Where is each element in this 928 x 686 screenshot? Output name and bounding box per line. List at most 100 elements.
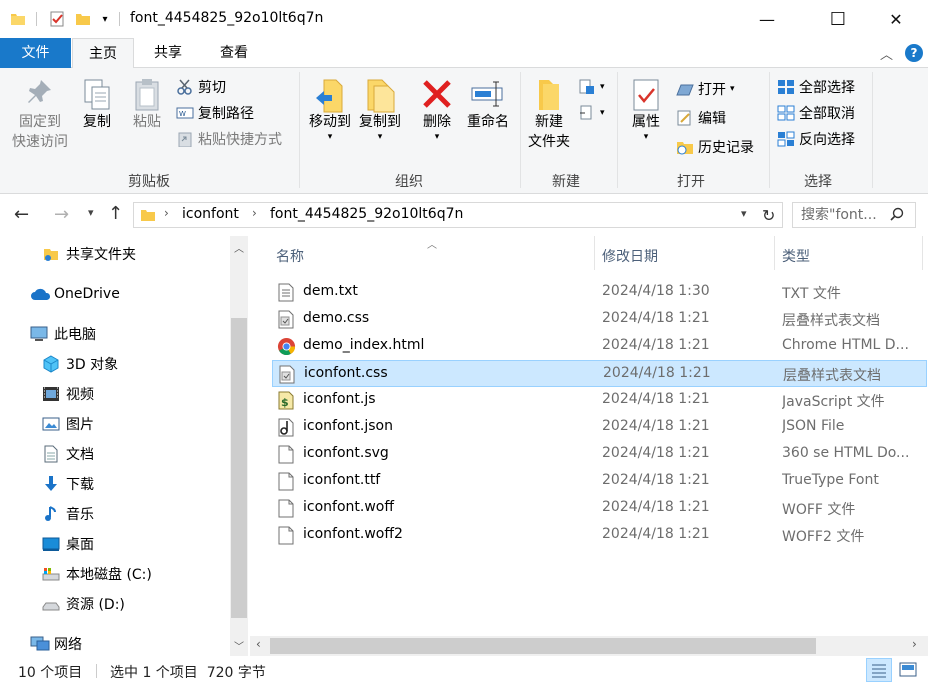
new-item-icon — [578, 79, 596, 95]
divider[interactable] — [594, 236, 595, 270]
css-file-icon — [277, 310, 295, 329]
column-header-name[interactable]: 名称 — [276, 246, 304, 266]
nav-item-label: 此电脑 — [54, 327, 96, 343]
tab-share[interactable]: 共享 — [136, 38, 200, 68]
blank-file-icon — [277, 526, 295, 545]
horizontal-scrollbar[interactable]: ‹ › — [250, 636, 928, 656]
file-row[interactable]: iconfont.ttf 2024/4/18 1:21 TrueType Font — [272, 468, 927, 495]
back-arrow-icon[interactable]: ← — [14, 204, 29, 225]
select-none-button[interactable]: 全部取消 — [777, 102, 855, 124]
address-bar[interactable]: › iconfont › font_4454825_92o10lt6q7n ▾ — [133, 202, 783, 228]
nav-item[interactable]: 网络 — [30, 632, 82, 656]
nav-item[interactable]: 桌面 — [42, 532, 94, 556]
nav-item[interactable]: 文档 — [42, 442, 94, 466]
invert-selection-icon — [777, 131, 795, 147]
paste-button[interactable]: 粘贴 — [128, 78, 166, 132]
nav-item[interactable]: 视频 — [42, 382, 94, 406]
divider[interactable] — [922, 236, 923, 270]
nav-item[interactable]: 资源 (D:) — [42, 592, 125, 616]
scroll-right-icon[interactable]: › — [912, 637, 917, 651]
file-row[interactable]: iconfont.woff 2024/4/18 1:21 WOFF 文件 — [272, 495, 927, 522]
minimize-button[interactable]: — — [744, 0, 790, 38]
new-folder-quick-access-icon[interactable] — [72, 10, 94, 28]
details-view-icon[interactable] — [866, 658, 892, 682]
breadcrumb-iconfont[interactable]: iconfont — [182, 206, 239, 222]
history-button[interactable]: 历史记录 — [676, 136, 754, 158]
nav-item[interactable]: 此电脑 — [30, 322, 96, 346]
file-row[interactable]: demo.css 2024/4/18 1:21 层叠样式表文档 — [272, 306, 927, 333]
column-header-date[interactable]: 修改日期 — [602, 246, 658, 266]
nav-item[interactable]: 音乐 — [42, 502, 94, 526]
column-header-type[interactable]: 类型 — [782, 246, 810, 266]
move-to-button[interactable]: 移动到 ▾ — [305, 78, 355, 142]
copy-button[interactable]: 复制 — [78, 78, 116, 132]
move-to-icon — [305, 78, 355, 113]
nav-item[interactable]: 本地磁盘 (C:) — [42, 562, 152, 586]
file-type: TrueType Font — [782, 472, 879, 488]
file-row[interactable]: iconfont.css 2024/4/18 1:21 层叠样式表文档 — [272, 360, 927, 387]
close-button[interactable]: ✕ — [873, 0, 919, 38]
scroll-up-icon[interactable]: ︿ — [234, 240, 244, 255]
maximize-button[interactable]: ☐ — [815, 0, 861, 38]
new-item-button[interactable]: ▾ — [578, 76, 605, 98]
address-history-chevron-icon[interactable]: ▾ — [741, 207, 747, 220]
blank-file-icon — [277, 472, 295, 491]
customize-quick-access-icon[interactable]: ▾ — [98, 10, 112, 28]
file-type: 层叠样式表文档 — [782, 313, 880, 329]
nav-item[interactable]: 图片 — [42, 412, 94, 436]
up-arrow-icon[interactable]: ↑ — [108, 203, 123, 224]
breadcrumb-separator-icon[interactable]: › — [252, 206, 257, 220]
breadcrumb-separator-icon[interactable]: › — [164, 206, 169, 220]
properties-quick-access-icon[interactable] — [46, 10, 68, 28]
refresh-icon[interactable]: ↻ — [762, 206, 775, 225]
properties-button[interactable]: 属性 ▾ — [624, 78, 668, 142]
open-icon — [676, 81, 694, 97]
new-folder-button[interactable]: 新建 文件夹 — [524, 78, 574, 152]
copy-to-button[interactable]: 复制到 ▾ — [355, 78, 405, 142]
nav-item[interactable]: 3D 对象 — [42, 352, 118, 376]
nav-item[interactable]: OneDrive — [30, 282, 120, 306]
copy-path-button[interactable]: W 复制路径 — [176, 102, 254, 124]
chevron-down-icon: ▾ — [600, 108, 605, 118]
scroll-down-icon[interactable]: ﹀ — [234, 638, 244, 653]
nav-item[interactable]: 共享文件夹 — [42, 242, 136, 266]
paste-label: 粘贴 — [133, 114, 161, 130]
file-row[interactable]: $ iconfont.js 2024/4/18 1:21 JavaScript 文件 — [272, 387, 927, 414]
file-row[interactable]: iconfont.woff2 2024/4/18 1:21 WOFF2 文件 — [272, 522, 927, 549]
edit-button[interactable]: 编辑 — [676, 107, 726, 129]
rename-button[interactable]: 重命名 — [464, 78, 512, 132]
address-row: ← → ▾ ↑ › iconfont › font_4454825_92o10l… — [0, 194, 928, 236]
nav-item[interactable]: 下载 — [42, 472, 94, 496]
file-date: 2024/4/18 1:21 — [602, 499, 710, 515]
pin-quick-access-button[interactable]: 固定到 快速访问 — [6, 78, 74, 152]
select-all-button[interactable]: 全部选择 — [777, 76, 855, 98]
easy-access-button[interactable]: ▾ — [578, 102, 605, 124]
collapse-ribbon-icon[interactable]: ︿ — [880, 44, 893, 63]
file-row[interactable]: iconfont.json 2024/4/18 1:21 JSON File — [272, 414, 927, 441]
tab-home[interactable]: 主页 — [72, 38, 134, 69]
copy-to-label: 复制到 — [359, 114, 401, 130]
file-row[interactable]: dem.txt 2024/4/18 1:30 TXT 文件 — [272, 279, 927, 306]
open-button[interactable]: 打开 ▾ — [676, 78, 735, 100]
paste-shortcut-button[interactable]: 粘贴快捷方式 — [176, 128, 282, 150]
file-row[interactable]: demo_index.html 2024/4/18 1:21 Chrome HTML… — [272, 333, 927, 360]
scroll-left-icon[interactable]: ‹ — [256, 637, 261, 651]
invert-selection-button[interactable]: 反向选择 — [777, 128, 855, 150]
delete-button[interactable]: 删除 ▾ — [418, 78, 456, 142]
recent-locations-chevron-icon[interactable]: ▾ — [88, 206, 94, 219]
tab-view[interactable]: 查看 — [203, 38, 265, 68]
hscroll-thumb[interactable] — [270, 638, 816, 654]
file-row[interactable]: iconfont.svg 2024/4/18 1:21 360 se HTML Do… — [272, 441, 927, 468]
cut-button[interactable]: 剪切 — [176, 76, 226, 98]
file-name: iconfont.woff — [303, 499, 394, 515]
file-date: 2024/4/18 1:21 — [602, 310, 710, 326]
divider[interactable] — [774, 236, 775, 270]
scroll-thumb[interactable] — [231, 318, 247, 618]
large-icons-view-icon[interactable] — [898, 660, 918, 684]
tab-file[interactable]: 文件 — [0, 38, 71, 68]
nav-scrollbar[interactable]: ︿ ﹀ — [230, 236, 248, 656]
copy-label: 复制 — [83, 114, 111, 130]
help-icon[interactable]: ? — [905, 44, 923, 62]
breadcrumb-current-folder[interactable]: font_4454825_92o10lt6q7n — [270, 206, 463, 222]
forward-arrow-icon[interactable]: → — [54, 204, 69, 225]
